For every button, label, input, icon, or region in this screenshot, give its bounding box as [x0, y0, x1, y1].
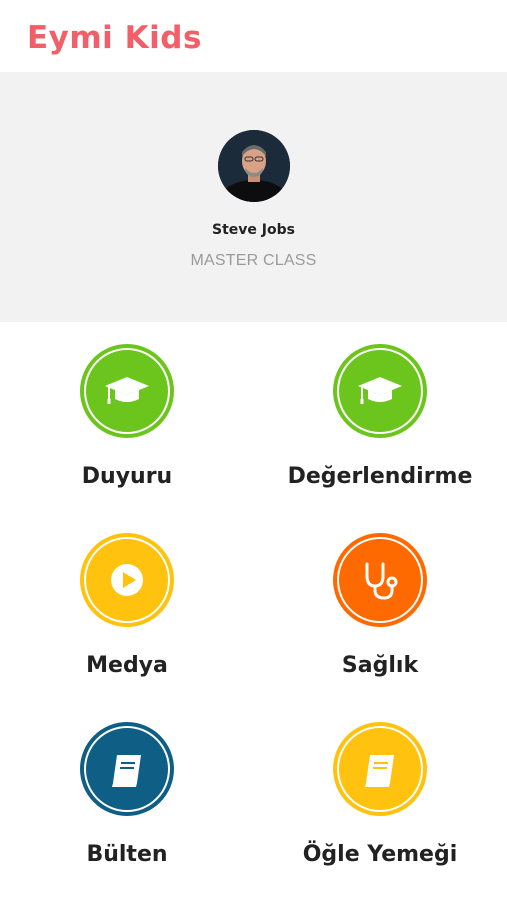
menu-icon-circle: [333, 344, 427, 438]
menu-label: Duyuru: [81, 464, 173, 489]
book-icon: [365, 755, 394, 787]
graduation-cap-icon: [105, 377, 149, 404]
menu-icon-circle: [333, 722, 427, 816]
menu-tile-duyuru[interactable]: Duyuru: [0, 322, 254, 511]
menu-icon-circle: [80, 344, 174, 438]
profile-role: MASTER CLASS: [190, 252, 317, 269]
profile-panel: Steve Jobs MASTER CLASS: [0, 72, 507, 322]
menu-tile-saglik[interactable]: Sağlık: [253, 511, 507, 700]
app-header: Eymi Kids: [0, 0, 507, 72]
book-icon: [112, 755, 141, 787]
stethoscope-icon: [365, 562, 398, 600]
menu-icon-circle: [80, 533, 174, 627]
avatar[interactable]: [218, 130, 290, 202]
menu-tile-degerlendirme[interactable]: Değerlendirme: [253, 322, 507, 511]
menu-icon-circle: [333, 533, 427, 627]
menu-label: Sağlık: [341, 653, 419, 678]
avatar-image: [218, 130, 290, 202]
app-title: Eymi Kids: [27, 20, 202, 56]
graduation-cap-icon: [358, 377, 402, 404]
menu-tile-medya[interactable]: Medya: [0, 511, 254, 700]
menu-label: Öğle Yemeği: [302, 842, 458, 867]
menu-label: Bülten: [86, 842, 168, 867]
profile-name: Steve Jobs: [212, 222, 295, 238]
play-icon: [111, 564, 143, 596]
menu-label: Değerlendirme: [287, 464, 473, 489]
menu-icon-circle: [80, 722, 174, 816]
menu-tile-ogle-yemegi[interactable]: Öğle Yemeği: [253, 700, 507, 889]
menu-tile-bulten[interactable]: Bülten: [0, 700, 254, 889]
menu-label: Medya: [86, 653, 168, 678]
